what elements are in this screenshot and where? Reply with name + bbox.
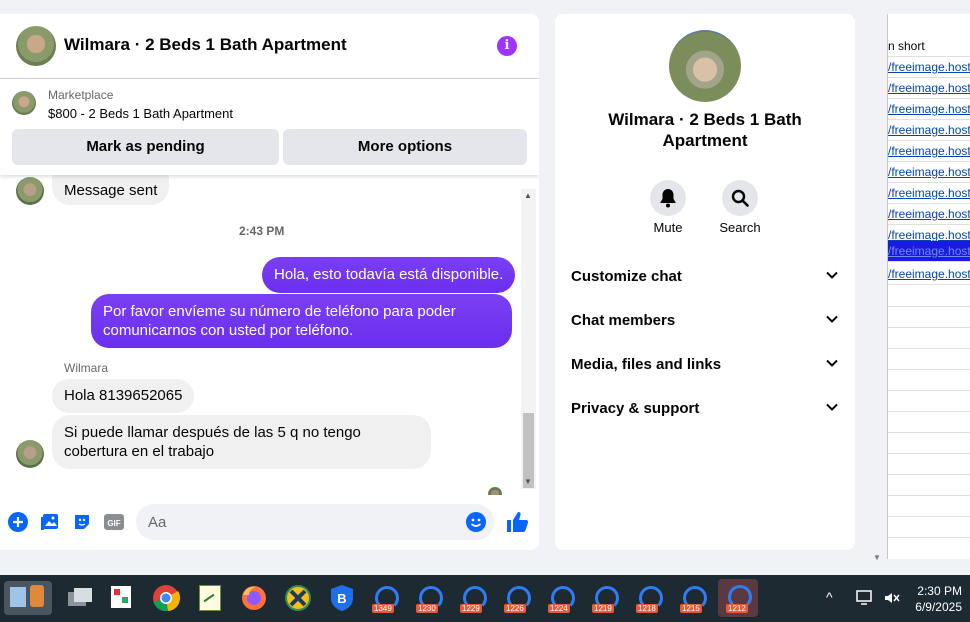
chevron-down-icon [826, 403, 838, 411]
sheet-cell[interactable]: /freeimage.host [888, 99, 970, 120]
chat-header: Wilmara · 2 Beds 1 Bath Apartment i [0, 14, 539, 79]
marketplace-banner: Marketplace $800 - 2 Beds 1 Bath Apartme… [0, 79, 539, 175]
messenger-window-1212-active[interactable]: 1212 [718, 579, 758, 617]
scroll-down-icon[interactable]: ▼ [524, 477, 532, 486]
sheet-cell [888, 391, 970, 412]
messenger-window-1219[interactable]: 1219 [590, 583, 620, 613]
privacy-support-section[interactable]: Privacy & support [571, 400, 839, 424]
messenger-window-1218[interactable]: 1218 [634, 583, 664, 613]
plus-icon[interactable] [8, 512, 28, 532]
more-options-button[interactable]: More options [283, 129, 527, 165]
mark-as-pending-button[interactable]: Mark as pending [12, 129, 279, 165]
firefox-icon[interactable] [239, 583, 269, 613]
mute-button[interactable] [650, 180, 686, 216]
chevron-down-icon [826, 359, 838, 367]
chat-members-section[interactable]: Chat members [571, 312, 839, 336]
sheet-cell [888, 454, 970, 475]
messenger-window-1215[interactable]: 1215 [678, 583, 708, 613]
search-button[interactable] [722, 180, 758, 216]
sheet-cell [888, 328, 970, 349]
sheet-cell [888, 370, 970, 391]
gif-icon[interactable]: GIF [104, 512, 124, 532]
sheet-cell[interactable]: /freeimage.host [888, 264, 970, 285]
message-bubble-outgoing[interactable]: Por favor envíeme su número de teléfono … [91, 294, 512, 348]
task-view-icon[interactable] [66, 583, 96, 613]
background-spreadsheet-window: n short /freeimage.host /freeimage.host … [887, 14, 970, 559]
marketplace-label: Marketplace [48, 88, 114, 102]
avatar [16, 177, 44, 205]
sheet-cell [888, 433, 970, 454]
speaker-muted-icon[interactable] [883, 590, 901, 606]
sheet-cell[interactable]: /freeimage.host [888, 120, 970, 141]
sheet-cell[interactable]: /freeimage.host [888, 204, 970, 225]
sheet-cell [888, 517, 970, 538]
messenger-window-1226[interactable]: 1226 [502, 583, 532, 613]
message-bubble-incoming[interactable]: Si puede llamar después de las 5 q no te… [52, 415, 431, 469]
spreadsheet-app-icon[interactable] [195, 583, 225, 613]
conversation-details-panel: Wilmara · 2 Beds 1 Bath Apartment Mute S… [555, 14, 855, 550]
chat-window: Wilmara · 2 Beds 1 Bath Apartment i Mark… [0, 14, 539, 550]
sheet-cell[interactable]: /freeimage.host [888, 57, 970, 78]
taskbar: B 1349 1230 1229 1226 1224 1219 1218 121… [0, 575, 970, 622]
bell-icon [660, 189, 676, 208]
chevron-down-icon [826, 271, 838, 279]
sheet-cell[interactable]: /freeimage.host [888, 141, 970, 162]
sheet-cell [888, 412, 970, 433]
thumbs-up-icon[interactable] [505, 510, 529, 534]
scroll-up-icon[interactable]: ▲ [524, 191, 532, 200]
messenger-window-1229[interactable]: 1229 [458, 583, 488, 613]
sheet-cell[interactable]: /freeimage.host [888, 162, 970, 183]
listing-title[interactable]: $800 - 2 Beds 1 Bath Apartment [48, 106, 233, 121]
message-input[interactable]: Aa [136, 504, 494, 540]
system-clock[interactable]: 2:30 PM 6/9/2025 [915, 583, 962, 615]
shield-app-icon[interactable]: B [327, 583, 357, 613]
avatar [16, 440, 44, 468]
sheet-cell[interactable]: /freeimage.host [888, 78, 970, 99]
profile-title: Wilmara · 2 Beds 1 Bath Apartment [608, 110, 802, 150]
scrollbar[interactable]: ▲ ▼ [521, 189, 536, 489]
sheet-cell [888, 496, 970, 517]
sheet-header-cell: n short [888, 36, 970, 57]
messenger-window-1349[interactable]: 1349 [370, 583, 400, 613]
sheet-cell [888, 307, 970, 328]
sheet-cell [888, 349, 970, 370]
sender-name: Wilmara [64, 361, 108, 375]
chrome-icon[interactable] [151, 583, 181, 613]
photo-icon[interactable] [40, 512, 60, 532]
customize-chat-section[interactable]: Customize chat [571, 268, 839, 292]
media-files-links-section[interactable]: Media, files and links [571, 356, 839, 380]
window-scroll-down-icon[interactable]: ▼ [873, 553, 881, 562]
sticker-icon[interactable] [72, 512, 92, 532]
svg-text:B: B [337, 591, 346, 606]
message-list: Message sent 2:43 PM Hola, esto todavía … [0, 175, 539, 495]
svg-text:GIF: GIF [107, 519, 120, 528]
sheet-cell [888, 286, 970, 307]
message-bubble-outgoing[interactable]: Hola, esto todavía está disponible. [262, 257, 516, 293]
listing-thumbnail[interactable] [12, 91, 36, 115]
chat-title[interactable]: Wilmara · 2 Beds 1 Bath Apartment [64, 35, 347, 55]
sheet-cell[interactable]: /freeimage.host [888, 183, 970, 204]
display-icon[interactable] [856, 590, 874, 606]
file-explorer-taskbar-icon[interactable] [4, 581, 52, 615]
message-bubble-incoming[interactable]: Hola 8139652065 [52, 379, 195, 413]
messenger-window-1224[interactable]: 1224 [546, 583, 576, 613]
app-taskbar-icon[interactable] [108, 583, 138, 613]
messenger-window-1230[interactable]: 1230 [414, 583, 444, 613]
avatar[interactable] [16, 26, 56, 66]
seen-indicator [488, 487, 502, 495]
sheet-cell-selected[interactable]: /freeimage.host [888, 241, 970, 262]
profile-avatar[interactable] [669, 30, 741, 102]
mute-label: Mute [653, 220, 683, 235]
chevron-down-icon [826, 315, 838, 323]
chevron-up-icon[interactable]: ^ [826, 589, 833, 605]
app-icon[interactable] [283, 583, 313, 613]
timestamp: 2:43 PM [239, 224, 285, 238]
composer: GIF Aa [0, 500, 539, 550]
info-icon[interactable]: i [497, 36, 517, 56]
emoji-icon[interactable] [466, 512, 486, 532]
message-bubble-incoming[interactable]: Message sent [52, 175, 170, 205]
search-label: Search [719, 220, 761, 235]
search-icon [731, 189, 749, 207]
sheet-cell [888, 475, 970, 496]
